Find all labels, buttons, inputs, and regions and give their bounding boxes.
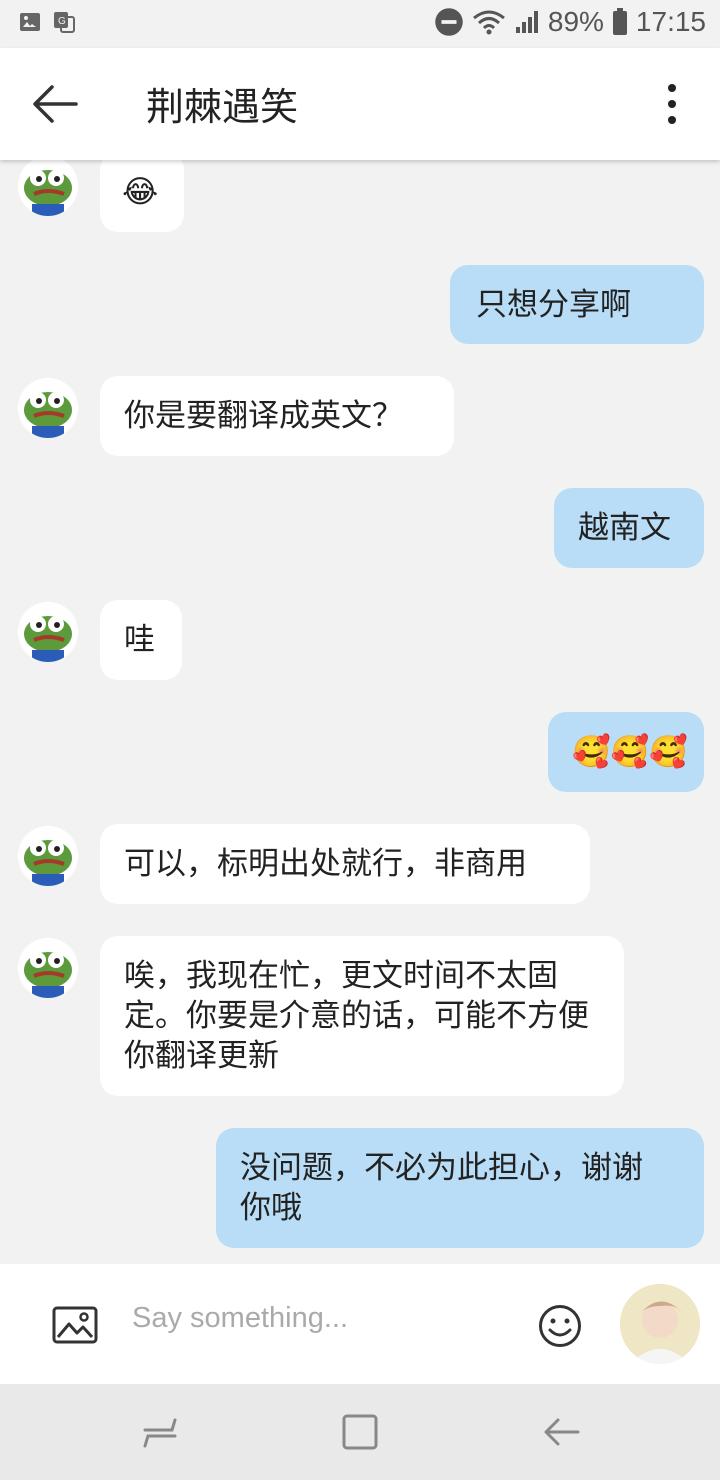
back-icon[interactable] — [542, 1412, 582, 1452]
my-avatar[interactable] — [620, 1284, 700, 1364]
message-bubble-outgoing[interactable]: 🥰🥰🥰 — [548, 712, 704, 792]
message-bubble-incoming[interactable]: 唉，我现在忙，更文时间不太固定。你要是介意的话，可能不方便你翻译更新 — [100, 936, 624, 1096]
emoji-icon[interactable] — [538, 1304, 582, 1348]
battery-percent: 89% — [547, 6, 604, 37]
image-icon[interactable] — [52, 1306, 98, 1344]
battery-icon — [612, 8, 627, 35]
contact-avatar[interactable] — [18, 378, 78, 438]
frog-avatar-icon — [18, 826, 78, 886]
frog-avatar-icon — [18, 602, 78, 662]
back-arrow-icon[interactable] — [30, 82, 80, 126]
message-bubble-outgoing[interactable]: 越南文 — [554, 488, 704, 568]
system-nav-bar — [0, 1384, 720, 1480]
composer-bar: Say something... — [0, 1264, 720, 1384]
translate-icon: G — [54, 12, 75, 33]
frog-avatar-icon — [18, 378, 78, 438]
message-bubble-incoming[interactable]: 哇 — [100, 600, 182, 680]
signal-icon — [515, 11, 538, 33]
message-list[interactable]: 😂 只想分享啊 你是要翻译成英文？ 越南文 哇 🥰🥰🥰 可以，标明出处就行，非商… — [0, 160, 720, 1264]
recents-icon[interactable] — [140, 1412, 180, 1452]
contact-avatar[interactable] — [18, 160, 78, 216]
contact-avatar[interactable] — [18, 826, 78, 886]
wifi-icon — [472, 10, 505, 35]
message-bubble-outgoing[interactable]: 只想分享啊 — [450, 265, 704, 344]
home-icon[interactable] — [340, 1412, 380, 1452]
gallery-icon — [20, 13, 40, 31]
message-bubble-incoming[interactable]: 可以，标明出处就行，非商用 — [100, 824, 590, 904]
dnd-icon — [435, 8, 463, 36]
contact-avatar[interactable] — [18, 602, 78, 662]
status-bar: G 89% 17:15 — [0, 0, 720, 48]
svg-text:G: G — [58, 16, 66, 27]
conversation-title: 荆棘遇笑 — [146, 85, 299, 129]
message-input[interactable]: Say something... — [132, 1302, 512, 1346]
user-photo-icon — [620, 1284, 700, 1364]
clock: 17:15 — [635, 6, 706, 37]
message-bubble-outgoing[interactable]: 没问题，不必为此担心，谢谢你哦 — [216, 1128, 704, 1248]
contact-avatar[interactable] — [18, 938, 78, 998]
message-bubble-incoming[interactable]: 😂 — [100, 160, 184, 232]
more-vert-icon[interactable] — [660, 82, 684, 126]
message-bubble-incoming[interactable]: 你是要翻译成英文？ — [100, 376, 454, 456]
frog-avatar-icon — [18, 938, 78, 998]
frog-avatar-icon — [18, 160, 78, 216]
app-header: 荆棘遇笑 — [0, 48, 720, 160]
